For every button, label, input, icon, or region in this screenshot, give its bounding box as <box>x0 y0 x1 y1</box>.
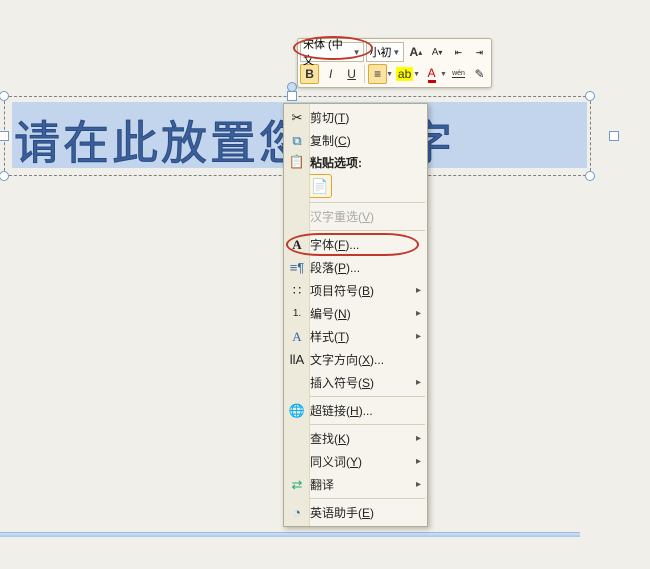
paste-option-keep-source[interactable]: 📄 <box>308 174 332 198</box>
context-menu: ✂ 剪切(T) ⧉ 复制(C) 📋 粘贴选项: 📄 汉字重选(V) A 字体(F… <box>283 103 428 527</box>
align-center-button[interactable]: ≡ <box>368 64 387 84</box>
resize-handle-w[interactable] <box>0 131 9 141</box>
resize-handle-e[interactable] <box>609 131 619 141</box>
dropdown-icon: ▼ <box>353 48 361 57</box>
scissors-icon: ✂ <box>288 110 306 126</box>
menu-translate[interactable]: ⇄ 翻译 ▸ <box>284 473 427 496</box>
shrink-font-button[interactable]: A▾ <box>427 42 446 62</box>
menu-bullets[interactable]: ∷ 项目符号(B) ▸ <box>284 279 427 302</box>
menu-separator <box>310 498 425 499</box>
resize-handle-se[interactable] <box>585 171 595 181</box>
format-painter-button[interactable]: ✎ <box>470 64 489 84</box>
font-a-icon: A <box>288 237 306 253</box>
font-name-combo[interactable]: 宋体 (中文 ▼ <box>300 42 364 62</box>
submenu-arrow-icon: ▸ <box>416 433 421 444</box>
assist-icon: ◔ <box>288 505 306 520</box>
menu-separator <box>310 396 425 397</box>
menu-copy[interactable]: ⧉ 复制(C) <box>284 129 427 152</box>
mini-toolbar: 宋体 (中文 ▼ 小初 ▼ A▴ A▾ ⇤ ⇥ B I U ≡ ▼ ab ▼ A… <box>297 38 492 88</box>
submenu-arrow-icon: ▸ <box>416 308 421 319</box>
paragraph-icon: ≡¶ <box>288 260 306 275</box>
globe-link-icon: 🌐 <box>288 403 306 419</box>
font-size-combo[interactable]: 小初 ▼ <box>366 42 405 62</box>
styles-icon: A <box>288 329 306 345</box>
highlight-button[interactable]: ab <box>395 64 414 84</box>
menu-separator <box>310 202 425 203</box>
resize-handle-ne[interactable] <box>585 91 595 101</box>
dropdown-icon: ▼ <box>392 48 400 57</box>
clipboard-icon: 📋 <box>288 154 306 170</box>
increase-indent-button[interactable]: ⇥ <box>470 42 489 62</box>
submenu-arrow-icon: ▸ <box>416 456 421 467</box>
separator <box>364 65 365 83</box>
menu-cut[interactable]: ✂ 剪切(T) <box>284 106 427 129</box>
document-canvas: 请在此放置您的文字 宋体 (中文 ▼ 小初 ▼ A▴ A▾ ⇤ ⇥ B <box>0 0 650 569</box>
font-size-value: 小初 <box>370 44 392 60</box>
submenu-arrow-icon: ▸ <box>416 479 421 490</box>
menu-separator <box>310 424 425 425</box>
bullets-icon: ∷ <box>288 283 306 299</box>
menu-paragraph[interactable]: ≡¶ 段落(P)... <box>284 256 427 279</box>
phonetic-guide-button[interactable]: wén <box>449 64 468 84</box>
translate-icon: ⇄ <box>288 477 306 493</box>
font-color-button[interactable]: A <box>422 64 441 84</box>
submenu-arrow-icon: ▸ <box>416 331 421 342</box>
submenu-arrow-icon: ▸ <box>416 377 421 388</box>
menu-hyperlink[interactable]: 🌐 超链接(H)... <box>284 399 427 422</box>
dropdown-arrow-icon[interactable]: ▼ <box>440 71 447 78</box>
menu-font[interactable]: A 字体(F)... <box>284 233 427 256</box>
dropdown-arrow-icon[interactable]: ▼ <box>413 71 420 78</box>
font-name-value: 宋体 (中文 <box>303 36 353 68</box>
text-direction-icon: llA <box>288 352 306 367</box>
menu-numbering[interactable]: 1. 编号(N) ▸ <box>284 302 427 325</box>
grow-font-button[interactable]: A▴ <box>406 42 425 62</box>
menu-text-direction[interactable]: llA 文字方向(X)... <box>284 348 427 371</box>
menu-english-assist[interactable]: ◔ 英语助手(E) <box>284 501 427 524</box>
menu-ime-reconvert: 汉字重选(V) <box>284 205 427 228</box>
menu-find[interactable]: 查找(K) ▸ <box>284 427 427 450</box>
resize-handle-sw[interactable] <box>0 171 9 181</box>
resize-handle-n[interactable] <box>287 91 297 101</box>
menu-thesaurus[interactable]: 同义词(Y) ▸ <box>284 450 427 473</box>
numbering-icon: 1. <box>288 308 306 319</box>
menu-styles[interactable]: A 样式(T) ▸ <box>284 325 427 348</box>
copy-icon: ⧉ <box>288 133 306 149</box>
dropdown-arrow-icon[interactable]: ▼ <box>386 71 393 78</box>
menu-separator <box>310 230 425 231</box>
menu-paste-options-header: 📋 粘贴选项: <box>284 152 427 172</box>
status-bar-strip <box>0 532 580 537</box>
submenu-arrow-icon: ▸ <box>416 285 421 296</box>
clipboard-icon: 📄 <box>311 178 328 195</box>
decrease-indent-button[interactable]: ⇤ <box>449 42 468 62</box>
menu-insert-symbol[interactable]: 插入符号(S) ▸ <box>284 371 427 394</box>
